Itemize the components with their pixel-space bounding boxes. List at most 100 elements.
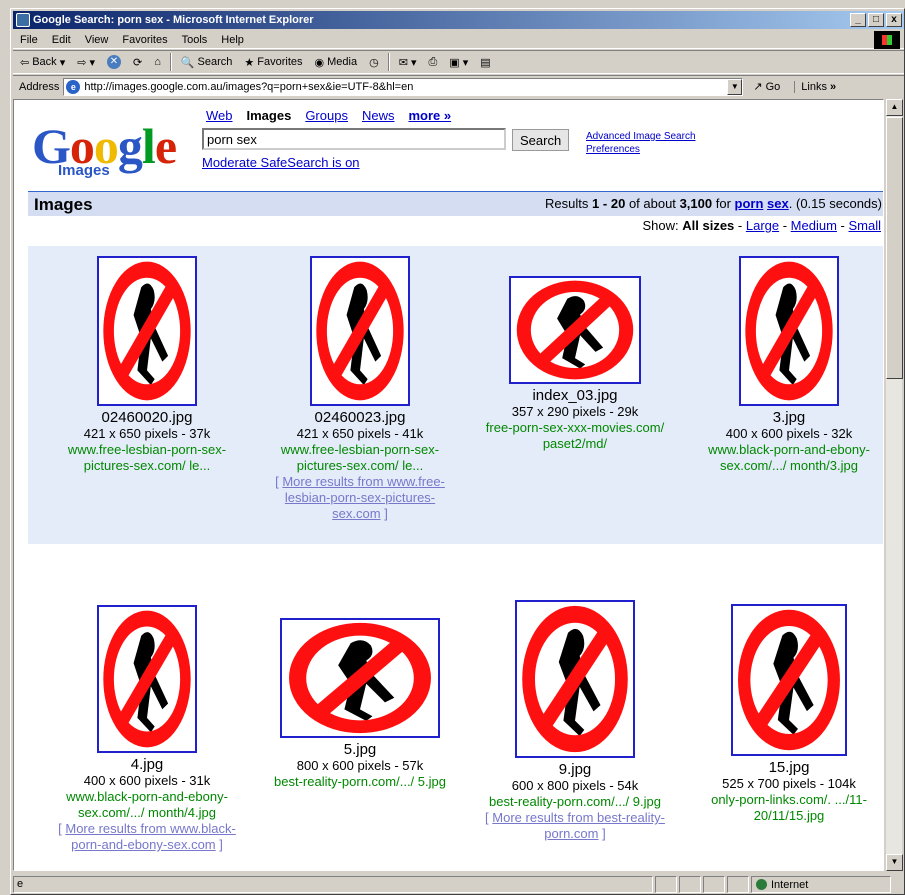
address-bar: Address e http://images.google.com.au/im… <box>13 75 904 97</box>
term-link-porn[interactable]: porn <box>735 196 764 211</box>
result-url[interactable]: www.free-lesbian-porn-sex- <box>54 442 240 458</box>
menu-file[interactable]: File <box>13 31 45 49</box>
result-thumbnail[interactable] <box>310 256 410 406</box>
result-dimensions: 421 x 650 pixels - 41k <box>296 426 424 441</box>
search-button[interactable]: 🔍 Search <box>178 52 236 72</box>
home-button[interactable]: ⌂ <box>151 52 164 72</box>
chevron-down-icon[interactable]: ▾ <box>411 56 417 69</box>
scroll-down-arrow-icon[interactable]: ▼ <box>886 854 903 871</box>
print-button[interactable]: ⎙ <box>425 52 440 72</box>
result-thumbnail[interactable] <box>97 605 197 753</box>
prohibition-sign-image <box>745 261 833 401</box>
history-button[interactable]: ◷ <box>366 52 382 72</box>
search-submit-button[interactable]: Search <box>512 129 570 151</box>
result-dimensions: 357 x 290 pixels - 29k <box>511 404 639 419</box>
tab-images: Images <box>246 108 292 123</box>
address-label: Address <box>19 80 60 93</box>
result-thumbnail[interactable] <box>731 604 847 756</box>
address-input[interactable]: e http://images.google.com.au/images?q=p… <box>63 77 744 96</box>
more-results: [ More results from www.black-porn-and-e… <box>58 821 236 852</box>
safesearch-link[interactable]: Moderate SafeSearch is on <box>202 155 360 170</box>
size-small-link[interactable]: Small <box>848 218 881 233</box>
advanced-links: Advanced Image Search Preferences <box>586 130 696 156</box>
result-url-cont[interactable]: pictures-sex.com/ le... <box>267 458 453 474</box>
more-results: [ More results from best-reality-porn.co… <box>485 810 665 841</box>
result-url[interactable]: best-reality-porn.com/.../ 5.jpg <box>267 774 453 790</box>
discuss-button[interactable]: ▤ <box>477 52 493 72</box>
chevron-down-icon[interactable]: ▾ <box>60 56 66 69</box>
result-url-cont[interactable]: 20/11/15.jpg <box>696 808 882 824</box>
favorites-button[interactable]: ★ Favorites <box>241 52 305 72</box>
show-label: Show: <box>642 218 679 233</box>
google-tabs: Web Images Groups News more » <box>206 108 451 123</box>
tab-news[interactable]: News <box>362 108 395 123</box>
result-filename: 3.jpg <box>772 409 806 426</box>
more-results-link[interactable]: More results from best-reality-porn.com <box>492 810 665 841</box>
close-button[interactable]: x <box>886 13 902 27</box>
result-url-cont[interactable]: sex.com/.../ month/3.jpg <box>696 458 882 474</box>
history-icon: ◷ <box>369 56 379 69</box>
vertical-scrollbar[interactable]: ▲ ▼ <box>885 99 903 871</box>
result-thumbnail[interactable] <box>280 618 440 738</box>
status-cell <box>679 876 701 893</box>
menu-help[interactable]: Help <box>214 31 251 49</box>
results-time: (0.15 seconds) <box>796 196 882 211</box>
result-url[interactable]: www.black-porn-and-ebony- <box>696 442 882 458</box>
menu-edit[interactable]: Edit <box>45 31 78 49</box>
results-of-about: of about <box>628 196 676 211</box>
size-large-link[interactable]: Large <box>746 218 779 233</box>
result-url-cont[interactable]: paset2/md/ <box>482 436 668 452</box>
result-url-cont[interactable]: sex.com/.../ month/4.jpg <box>54 805 240 821</box>
tab-more[interactable]: more » <box>408 108 451 123</box>
refresh-button[interactable]: ⟳ <box>130 52 145 72</box>
mail-button[interactable]: ✉ ▾ <box>396 52 420 72</box>
result-url-cont[interactable]: pictures-sex.com/ le... <box>54 458 240 474</box>
size-medium-link[interactable]: Medium <box>791 218 837 233</box>
stop-button[interactable]: ✕ <box>104 52 124 72</box>
menu-favorites[interactable]: Favorites <box>115 31 174 49</box>
search-icon: 🔍 <box>180 56 195 69</box>
result-url[interactable]: www.black-porn-and-ebony- <box>54 789 240 805</box>
menu-view[interactable]: View <box>78 31 116 49</box>
links-button[interactable]: Links » <box>794 80 836 93</box>
more-results-link[interactable]: More results from www.free-lesbian-porn-… <box>282 474 445 521</box>
minimize-button[interactable]: _ <box>850 13 866 27</box>
google-images-logo[interactable]: Google Images <box>32 118 192 180</box>
result-thumbnail[interactable] <box>739 256 839 406</box>
preferences-link[interactable]: Preferences <box>586 143 696 156</box>
prohibition-sign-image <box>289 622 431 734</box>
status-text-cell: e <box>13 876 653 893</box>
results-summary: Results 1 - 20 of about 3,100 for porn s… <box>545 196 882 211</box>
result-url[interactable]: free-porn-sex-xxx-movies.com/ <box>482 420 668 436</box>
result-thumbnail[interactable] <box>97 256 197 406</box>
tab-groups[interactable]: Groups <box>305 108 348 123</box>
period: . <box>788 196 793 211</box>
image-result: 5.jpg 800 x 600 pixels - 57k best-reality-… <box>267 618 453 790</box>
maximize-button[interactable]: □ <box>868 13 884 27</box>
result-url[interactable]: best-reality-porn.com/.../ 9.jpg <box>482 794 668 810</box>
go-button[interactable]: ↗ Go <box>753 80 780 94</box>
refresh-icon: ⟳ <box>132 56 143 69</box>
back-button[interactable]: ⇦ Back ▾ <box>17 52 68 72</box>
forward-button[interactable]: ⇨ ▾ <box>74 52 98 72</box>
more-results-link[interactable]: More results from www.black-porn-and-ebo… <box>65 821 235 852</box>
chevron-down-icon[interactable]: ▾ <box>89 56 95 69</box>
result-thumbnail[interactable] <box>509 276 641 384</box>
result-url[interactable]: only-porn-links.com/. .../11- <box>696 792 882 808</box>
scrollbar-thumb[interactable] <box>886 117 903 379</box>
search-input[interactable] <box>202 128 506 150</box>
result-url[interactable]: www.free-lesbian-porn-sex- <box>267 442 453 458</box>
logo-subtitle: Images <box>58 162 110 179</box>
result-thumbnail[interactable] <box>515 600 635 758</box>
advanced-image-search-link[interactable]: Advanced Image Search <box>586 130 696 143</box>
title-bar[interactable]: Google Search: porn sex - Microsoft Inte… <box>13 11 904 29</box>
media-button[interactable]: ◉ Media <box>312 52 361 72</box>
chevron-down-icon[interactable]: ▼ <box>727 78 743 95</box>
tab-web[interactable]: Web <box>206 108 233 123</box>
edit-button[interactable]: ▣ ▾ <box>446 52 471 72</box>
results-start: 1 <box>592 196 600 211</box>
menu-tools[interactable]: Tools <box>175 31 215 49</box>
term-link-sex[interactable]: sex <box>767 196 789 211</box>
chevron-down-icon[interactable]: ▾ <box>463 56 469 69</box>
scroll-up-arrow-icon[interactable]: ▲ <box>886 99 903 116</box>
